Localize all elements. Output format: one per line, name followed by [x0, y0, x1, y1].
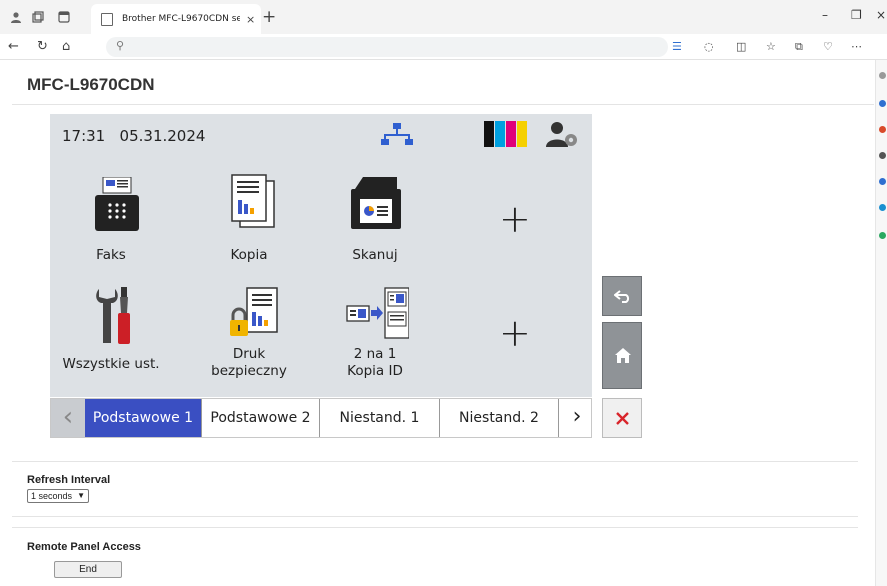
fax-icon	[95, 177, 139, 231]
secure-print-icon	[230, 287, 278, 336]
device-touch-panel: 17:31 05.31.2024 Faks Kopia Skanuj + Wsz…	[50, 114, 592, 397]
tile-kopia[interactable]: Kopia	[189, 169, 309, 269]
page-title: MFC-L9670CDN	[27, 75, 155, 94]
kopia-id-line2: Kopia ID	[347, 363, 403, 379]
collections-icon[interactable]: ⧉	[795, 40, 803, 54]
panel-tabs-bar: ‹ Podstawowe 1 Podstawowe 2 Niestand. 1 …	[50, 398, 592, 438]
scan-icon	[351, 177, 401, 229]
tile-skanuj-label: Skanuj	[352, 247, 398, 263]
workspaces-icon[interactable]	[30, 9, 46, 25]
tile-2na1-label: 2 na 1 Kopia ID	[315, 346, 435, 380]
time-value: 17:31	[62, 127, 106, 145]
section-divider	[12, 461, 858, 462]
tab-podstawowe-1[interactable]: Podstawowe 1	[85, 399, 202, 437]
tab-niestand-2[interactable]: Niestand. 2	[440, 399, 559, 437]
browser-tab[interactable]: Brother MFC-L9670CDN series ×	[91, 4, 261, 34]
tile-faks[interactable]: Faks	[51, 169, 171, 269]
back-icon	[614, 290, 630, 303]
settings-tools-icon	[96, 287, 130, 344]
druk-line1: Druk	[232, 346, 266, 362]
tile-kopia-label: Kopia	[230, 247, 268, 263]
maximize-button[interactable]: ❐	[851, 8, 862, 22]
sidebar-shopping-icon[interactable]	[879, 126, 886, 133]
refresh-icon[interactable]: ↻	[37, 39, 48, 54]
refresh-interval-value: 1 seconds	[31, 491, 73, 501]
split-screen-icon[interactable]: ◫	[736, 40, 746, 53]
chevron-down-icon: ▼	[77, 491, 85, 500]
tab-actions-icon[interactable]	[56, 9, 72, 25]
next-tab-arrow[interactable]: ›	[563, 399, 591, 437]
tab-niestand-1[interactable]: Niestand. 1	[320, 399, 440, 437]
tile-2na1-kopia-id[interactable]: 2 na 1 Kopia ID	[315, 284, 435, 384]
url-input[interactable]: ⚲	[106, 37, 668, 57]
sidebar-games-icon[interactable]	[879, 178, 886, 185]
close-tab-icon[interactable]: ×	[246, 13, 255, 26]
minimize-button[interactable]: –	[822, 8, 828, 22]
druk-line2: bezpieczny	[211, 363, 287, 379]
search-icon: ⚲	[116, 39, 125, 52]
sidebar-tools-icon[interactable]	[879, 152, 886, 159]
refresh-interval-select[interactable]: 1 seconds ▼	[27, 489, 89, 503]
section-divider	[12, 516, 858, 517]
sidebar-copilot-icon[interactable]	[879, 100, 886, 107]
date-value: 05.31.2024	[119, 127, 206, 145]
tab-podstawowe-2[interactable]: Podstawowe 2	[202, 399, 320, 437]
sidebar-outlook-icon[interactable]	[879, 232, 886, 239]
edge-sidebar	[875, 60, 887, 586]
refresh-interval-label: Refresh Interval	[27, 474, 111, 486]
user-settings-icon[interactable]	[544, 120, 580, 148]
page-favicon-icon	[101, 12, 113, 26]
browser-titlebar: Brother MFC-L9670CDN series × + – ❐ ×	[0, 0, 887, 34]
profile-icon[interactable]	[8, 9, 24, 25]
tile-skanuj[interactable]: Skanuj	[315, 169, 435, 269]
end-button[interactable]: End	[54, 561, 122, 578]
panel-time: 17:31 05.31.2024	[62, 127, 205, 145]
tile-druk-bezpieczny[interactable]: Druk bezpieczny	[189, 284, 309, 384]
id-copy-icon	[346, 287, 409, 339]
tile-faks-label: Faks	[96, 247, 126, 263]
back-arrow-icon[interactable]: ←	[8, 39, 19, 54]
home-button[interactable]	[602, 322, 642, 389]
sidebar-office-icon[interactable]	[879, 204, 886, 211]
add-shortcut-icon[interactable]: +	[499, 311, 531, 355]
cancel-icon	[616, 412, 629, 425]
title-divider	[12, 104, 874, 105]
section-divider	[12, 527, 858, 528]
close-window-button[interactable]: ×	[876, 8, 886, 22]
remote-panel-access-label: Remote Panel Access	[27, 541, 141, 553]
toner-icon[interactable]	[484, 121, 528, 147]
browser-essentials-icon[interactable]: ♡	[823, 40, 833, 53]
copy-icon	[231, 174, 275, 228]
network-icon[interactable]	[380, 122, 414, 148]
more-menu-icon[interactable]: ⋯	[851, 40, 862, 53]
tab-title: Brother MFC-L9670CDN series	[122, 14, 240, 24]
back-button[interactable]	[602, 276, 642, 316]
tile-wszystkie-ust-label: Wszystkie ust.	[62, 356, 160, 372]
cancel-button[interactable]	[602, 398, 642, 438]
new-tab-button[interactable]: +	[262, 7, 276, 27]
extension-icon[interactable]: ◌	[704, 40, 714, 53]
sidebar-search-icon[interactable]	[879, 72, 886, 79]
favorites-icon[interactable]: ☆	[766, 40, 776, 53]
home-icon	[615, 348, 631, 363]
kopia-id-line1: 2 na 1	[353, 346, 397, 362]
tile-wszystkie-ust[interactable]: Wszystkie ust.	[51, 284, 171, 384]
add-shortcut-icon[interactable]: +	[499, 197, 531, 241]
home-browser-icon[interactable]: ⌂	[62, 39, 70, 54]
prev-tab-arrow[interactable]: ‹	[51, 399, 85, 437]
address-bar: ← ↻ ⌂ ⚲ ☰ ◌ ◫ ☆ ⧉ ♡ ⋯	[0, 34, 887, 60]
tile-druk-bezpieczny-label: Druk bezpieczny	[189, 346, 309, 380]
reading-view-icon[interactable]: ☰	[672, 40, 682, 53]
